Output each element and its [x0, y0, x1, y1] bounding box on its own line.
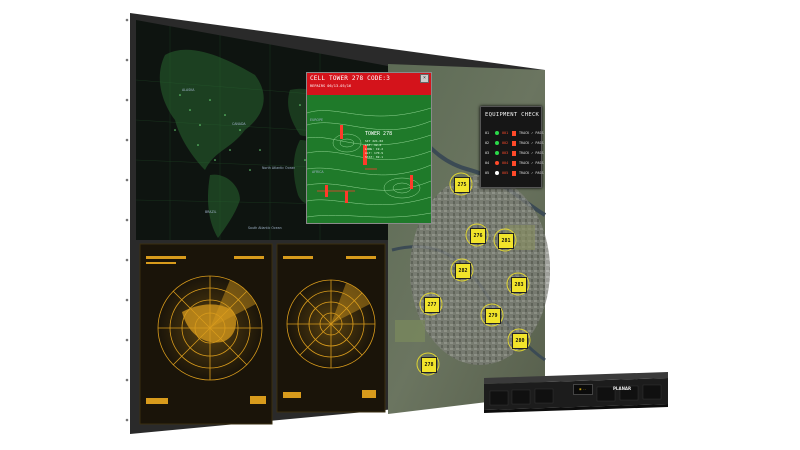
map-label: North Atlantic Ocean: [262, 166, 296, 170]
row-text: TRACK ✓ PASS: [519, 151, 544, 155]
map-label: EUROPE: [310, 118, 324, 122]
status-bar: [512, 141, 516, 146]
row-id: 01: [485, 131, 490, 135]
map-label: South Atlantic Ocean: [248, 226, 282, 230]
equipment-row: 05 005 TRACK ✓ PASS: [485, 169, 544, 178]
row-text: TRACK ✓ PASS: [519, 131, 544, 135]
map-tower-marker[interactable]: 275: [454, 177, 470, 193]
popup-title: CELL TOWER 278 CODE:3: [310, 75, 391, 82]
row-value: 003: [502, 151, 509, 155]
map-label: AFRICA: [312, 170, 324, 174]
equipment-check-panel[interactable]: EQUIPMENT CHECK 01 001 TRACK ✓ PASS 02 0…: [480, 106, 544, 188]
map-label: BRAZIL: [205, 210, 217, 214]
map-tower-marker[interactable]: 283: [511, 277, 527, 293]
status-dot-icon: [495, 141, 499, 145]
tower-details: SIT 221.02 LAT: 32.0 LONG: 19.2 ALT: 170…: [365, 139, 384, 159]
map-label: ALASKA: [182, 88, 195, 92]
close-icon[interactable]: ×: [420, 74, 429, 83]
row-text: TRACK ✓ PASS: [519, 141, 544, 145]
status-bar: [512, 171, 516, 176]
row-value: 005: [502, 171, 509, 175]
equipment-check-title: EQUIPMENT CHECK: [485, 112, 540, 118]
status-bar: [512, 131, 516, 136]
map-tower-marker[interactable]: 278: [421, 357, 437, 373]
device-lcd-display: ▣ ··: [573, 384, 593, 395]
status-bar: [512, 151, 516, 156]
equipment-row: 02 002 TRACK ✓ PASS: [485, 139, 544, 148]
status-dot-icon: [495, 131, 499, 135]
row-value: 004: [502, 161, 509, 165]
map-label: CANADA: [232, 122, 246, 126]
map-tower-marker[interactable]: 277: [424, 297, 440, 313]
row-id: 03: [485, 151, 490, 155]
equipment-row: 03 003 TRACK ✓ PASS: [485, 149, 544, 158]
row-value: 002: [502, 141, 509, 145]
row-id: 05: [485, 171, 490, 175]
device-brand-logo: PLANAR: [613, 386, 632, 391]
popup-subtitle: REPAIRS 06/13-05/16: [310, 84, 352, 88]
row-id: 04: [485, 161, 490, 165]
status-dot-icon: [495, 171, 499, 175]
map-tower-marker[interactable]: 276: [470, 228, 486, 244]
tower-label: TOWER 278: [365, 131, 393, 137]
map-tower-marker[interactable]: 281: [498, 233, 514, 249]
status-dot-icon: [495, 161, 499, 165]
row-text: TRACK ✓ PASS: [519, 161, 544, 165]
map-tower-marker[interactable]: 282: [455, 263, 471, 279]
video-wall: [125, 13, 668, 434]
cell-tower-popup[interactable]: CELL TOWER 278 CODE:3 REPAIRS 06/13-05/1…: [306, 72, 432, 224]
row-value: 001: [502, 131, 509, 135]
map-tower-marker[interactable]: 279: [485, 308, 501, 324]
status-dot-icon: [495, 151, 499, 155]
status-bar: [512, 161, 516, 166]
map-tower-marker[interactable]: 280: [512, 333, 528, 349]
equipment-row: 01 001 TRACK ✓ PASS: [485, 129, 544, 138]
equipment-row: 04 004 TRACK ✓ PASS: [485, 159, 544, 168]
row-id: 02: [485, 141, 490, 145]
row-text: TRACK ✓ PASS: [519, 171, 544, 175]
